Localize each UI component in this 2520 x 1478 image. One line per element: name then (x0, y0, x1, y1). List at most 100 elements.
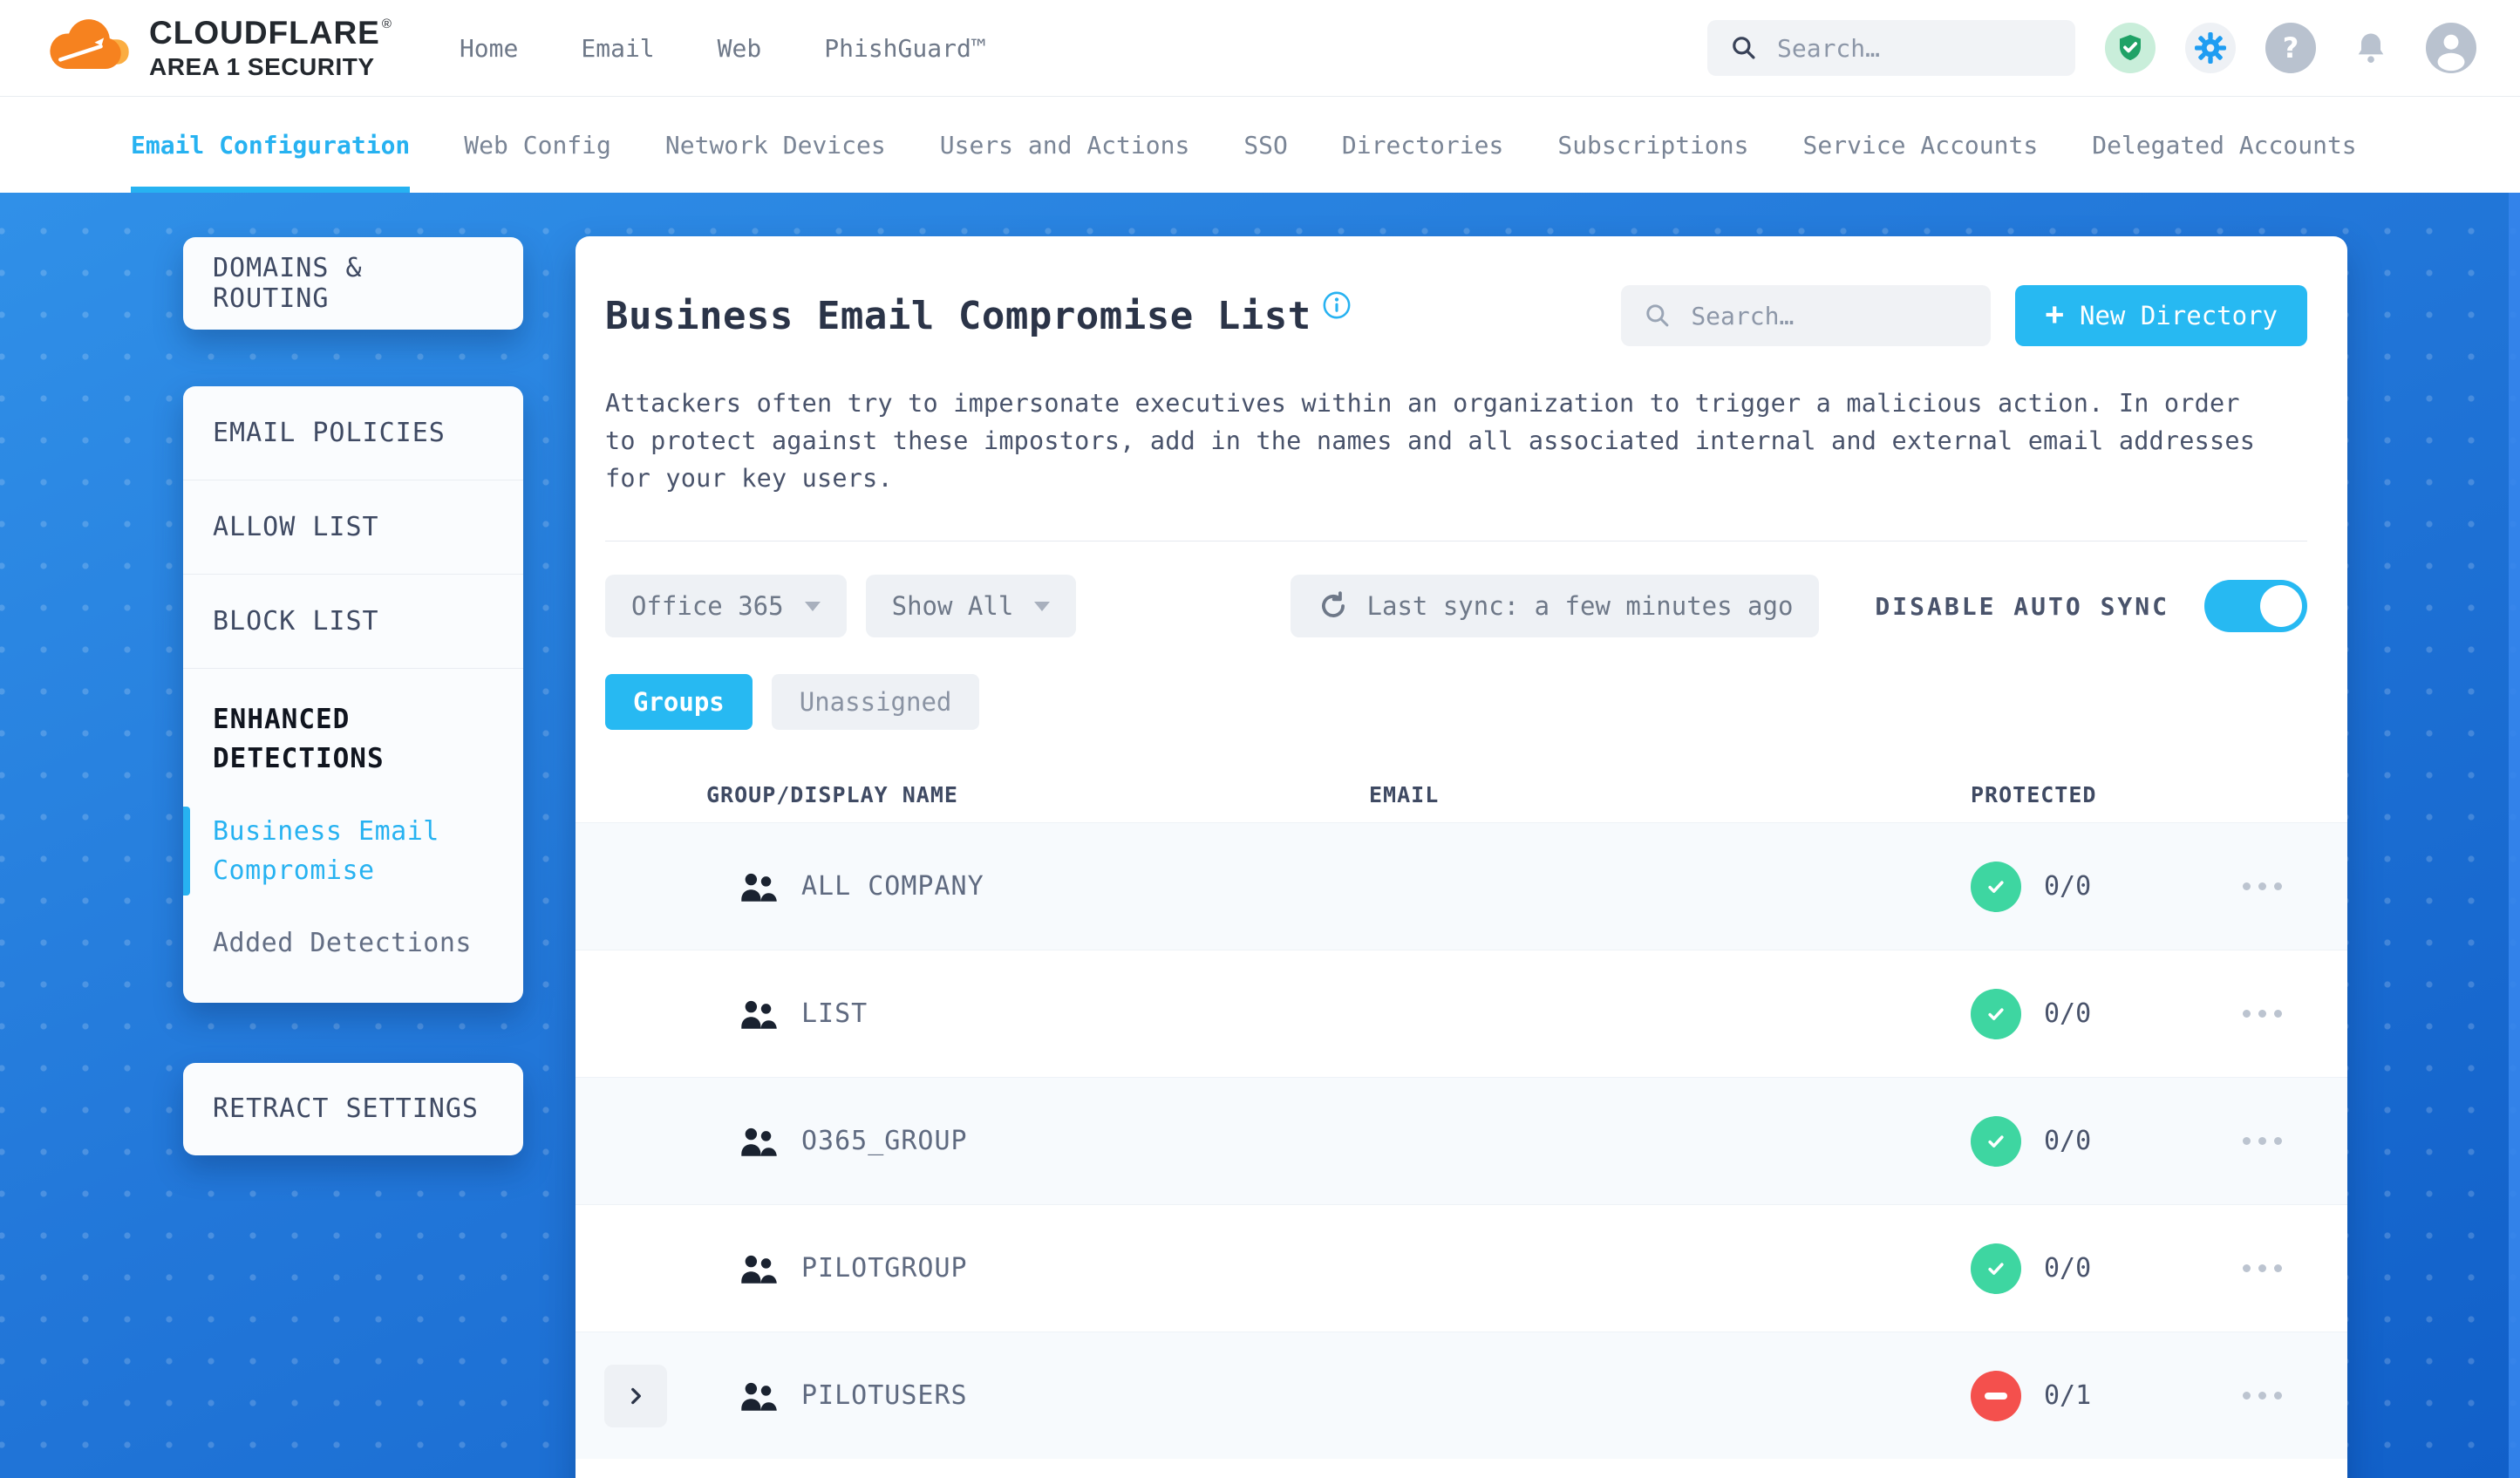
minus-icon (1985, 1392, 2007, 1400)
protected-status-icon (1971, 1370, 2021, 1421)
tab-service-accounts[interactable]: Service Accounts (1803, 97, 2039, 193)
directory-dropdown-value: Office 365 (631, 591, 784, 621)
expand-row-button[interactable] (604, 1364, 667, 1427)
tab-sso[interactable]: SSO (1243, 97, 1288, 193)
view-tab-unassigned[interactable]: Unassigned (771, 674, 980, 730)
last-sync-label: Last sync: a few minutes ago (1366, 591, 1794, 621)
view-tab-groups[interactable]: Groups (605, 674, 753, 730)
table-row[interactable]: PILOTUSERS 0/1 (576, 1332, 2347, 1459)
scrollbar-strip[interactable] (2509, 193, 2520, 1478)
table-row[interactable]: PILOTGROUP 0/0 (576, 1204, 2347, 1332)
last-sync-status[interactable]: Last sync: a few minutes ago (1290, 575, 1820, 637)
sidebar-item-retract-settings[interactable]: RETRACT SETTINGS (183, 1062, 523, 1155)
sidebar-policies-card: EMAIL POLICIES ALLOW LIST BLOCK LIST ENHAN… (183, 386, 523, 1003)
sidebar-item-block-list[interactable]: BLOCK LIST (183, 575, 523, 669)
sidebar-item-business-email-compromise[interactable]: Business Email Compromise (183, 806, 494, 896)
table-row[interactable]: LIST 0/0 (576, 950, 2347, 1077)
tab-users-and-actions[interactable]: Users and Actions (940, 97, 1190, 193)
enhanced-items: Business Email Compromise Added Detection… (183, 806, 494, 963)
sidebar-item-allow-list[interactable]: ALLOW LIST (183, 480, 523, 575)
panel-header: Business Email Compromise List + New Dir… (576, 236, 2347, 346)
policy-list: EMAIL POLICIES ALLOW LIST BLOCK LIST (183, 386, 523, 669)
protected-status-icon (1971, 1115, 2021, 1167)
directory-dropdown[interactable]: Office 365 (605, 575, 847, 637)
group-icon (737, 1378, 779, 1414)
tab-subscriptions[interactable]: Subscriptions (1557, 97, 1748, 193)
notifications-bell-icon[interactable] (2346, 23, 2396, 73)
group-icon (737, 868, 779, 905)
group-icon (737, 996, 779, 1032)
filter-row: Office 365 Show All Last sync: a few min… (605, 575, 2307, 637)
page-description: Attackers often try to impersonate execu… (605, 389, 2256, 493)
search-icon (1646, 304, 1669, 327)
settings-gear-icon[interactable] (2185, 23, 2236, 73)
protected-count: 0/0 (2044, 871, 2092, 902)
main-panel: Business Email Compromise List + New Dir… (576, 236, 2347, 1478)
security-shield-icon[interactable] (2105, 23, 2156, 73)
sidebar-item-label: RETRACT SETTINGS (213, 1093, 479, 1125)
sidebar-item-email-policies[interactable]: EMAIL POLICIES (183, 386, 523, 480)
top-right-controls: ? (1707, 20, 2476, 76)
sidebar: DOMAINS & ROUTING EMAIL POLICIES ALLOW LI… (183, 237, 523, 1155)
protected-count: 0/0 (2044, 1253, 2092, 1284)
tab-bar: Email Configuration Web Config Network Dev… (0, 96, 2520, 193)
tab-delegated-accounts[interactable]: Delegated Accounts (2092, 97, 2356, 193)
chevron-down-icon (1034, 601, 1051, 611)
chevron-down-icon (804, 601, 821, 611)
refresh-icon (1321, 591, 1345, 617)
group-name: PILOTGROUP (801, 1253, 968, 1284)
info-icon[interactable] (1322, 290, 1352, 324)
tab-network-devices[interactable]: Network Devices (665, 97, 886, 193)
row-actions-button[interactable] (2243, 1383, 2282, 1408)
global-search[interactable] (1707, 20, 2075, 76)
show-filter-dropdown[interactable]: Show All (865, 575, 1077, 637)
column-header-protected: PROTECTED (1971, 781, 2097, 807)
tab-web-config[interactable]: Web Config (464, 97, 611, 193)
check-icon (1988, 880, 2004, 893)
protected-status-icon (1971, 861, 2021, 912)
chevron-right-icon (631, 1387, 641, 1404)
nav-link-web[interactable]: Web (718, 34, 762, 63)
group-icon (737, 1123, 779, 1160)
enhanced-detections-title: ENHANCED DETECTIONS (213, 704, 385, 774)
cloudflare-logo[interactable]: CLOUDFLARE ® AREA 1 SECURITY (48, 17, 392, 79)
nav-link-phishguard[interactable]: PhishGuard™ (824, 34, 985, 63)
sidebar-item-domains-routing[interactable]: DOMAINS & ROUTING (183, 237, 523, 330)
sidebar-item-added-detections[interactable]: Added Detections (213, 923, 494, 963)
list-search-input[interactable] (1689, 300, 1969, 331)
row-actions-button[interactable] (2243, 1256, 2282, 1281)
table-row[interactable]: ALL COMPANY 0/0 (576, 822, 2347, 950)
nav-link-email[interactable]: Email (581, 34, 654, 63)
row-actions-button[interactable] (2243, 874, 2282, 899)
row-actions-button[interactable] (2243, 1001, 2282, 1026)
new-directory-button[interactable]: + New Directory (2015, 285, 2307, 346)
list-search[interactable] (1621, 285, 1992, 346)
top-bar: CLOUDFLARE ® AREA 1 SECURITY Home Email We… (0, 0, 2520, 96)
help-glyph: ? (2282, 31, 2299, 65)
tab-email-configuration[interactable]: Email Configuration (131, 97, 411, 193)
brand-name: CLOUDFLARE (149, 15, 380, 51)
global-search-input[interactable] (1775, 32, 2053, 64)
group-name: O365_GROUP (801, 1126, 968, 1156)
user-avatar-icon[interactable] (2426, 23, 2476, 73)
group-icon (737, 1250, 779, 1287)
protected-count: 0/0 (2044, 1126, 2092, 1156)
table-body: ALL COMPANY 0/0 LIST 0/0 O365_GROUP 0/0 … (576, 822, 2347, 1459)
help-icon[interactable]: ? (2265, 23, 2316, 73)
group-name: LIST (801, 998, 868, 1029)
protected-count: 0/1 (2044, 1380, 2092, 1411)
show-filter-value: Show All (891, 591, 1014, 621)
protected-count: 0/0 (2044, 998, 2092, 1029)
protected-status-icon (1971, 988, 2021, 1039)
auto-sync-label: DISABLE AUTO SYNC (1875, 591, 2169, 621)
nav-link-home[interactable]: Home (460, 34, 518, 63)
content-stage: DOMAINS & ROUTING EMAIL POLICIES ALLOW LI… (0, 193, 2520, 1478)
brand-subtitle: AREA 1 SECURITY (149, 53, 375, 80)
plus-icon: + (2045, 296, 2065, 332)
tab-directories[interactable]: Directories (1342, 97, 1503, 193)
auto-sync-toggle[interactable] (2204, 580, 2307, 632)
row-actions-button[interactable] (2243, 1128, 2282, 1154)
search-icon (1733, 37, 1755, 59)
sidebar-section-enhanced-detections[interactable]: ENHANCED DETECTIONS Business Email Compr… (183, 669, 523, 1003)
table-row[interactable]: O365_GROUP 0/0 (576, 1077, 2347, 1204)
